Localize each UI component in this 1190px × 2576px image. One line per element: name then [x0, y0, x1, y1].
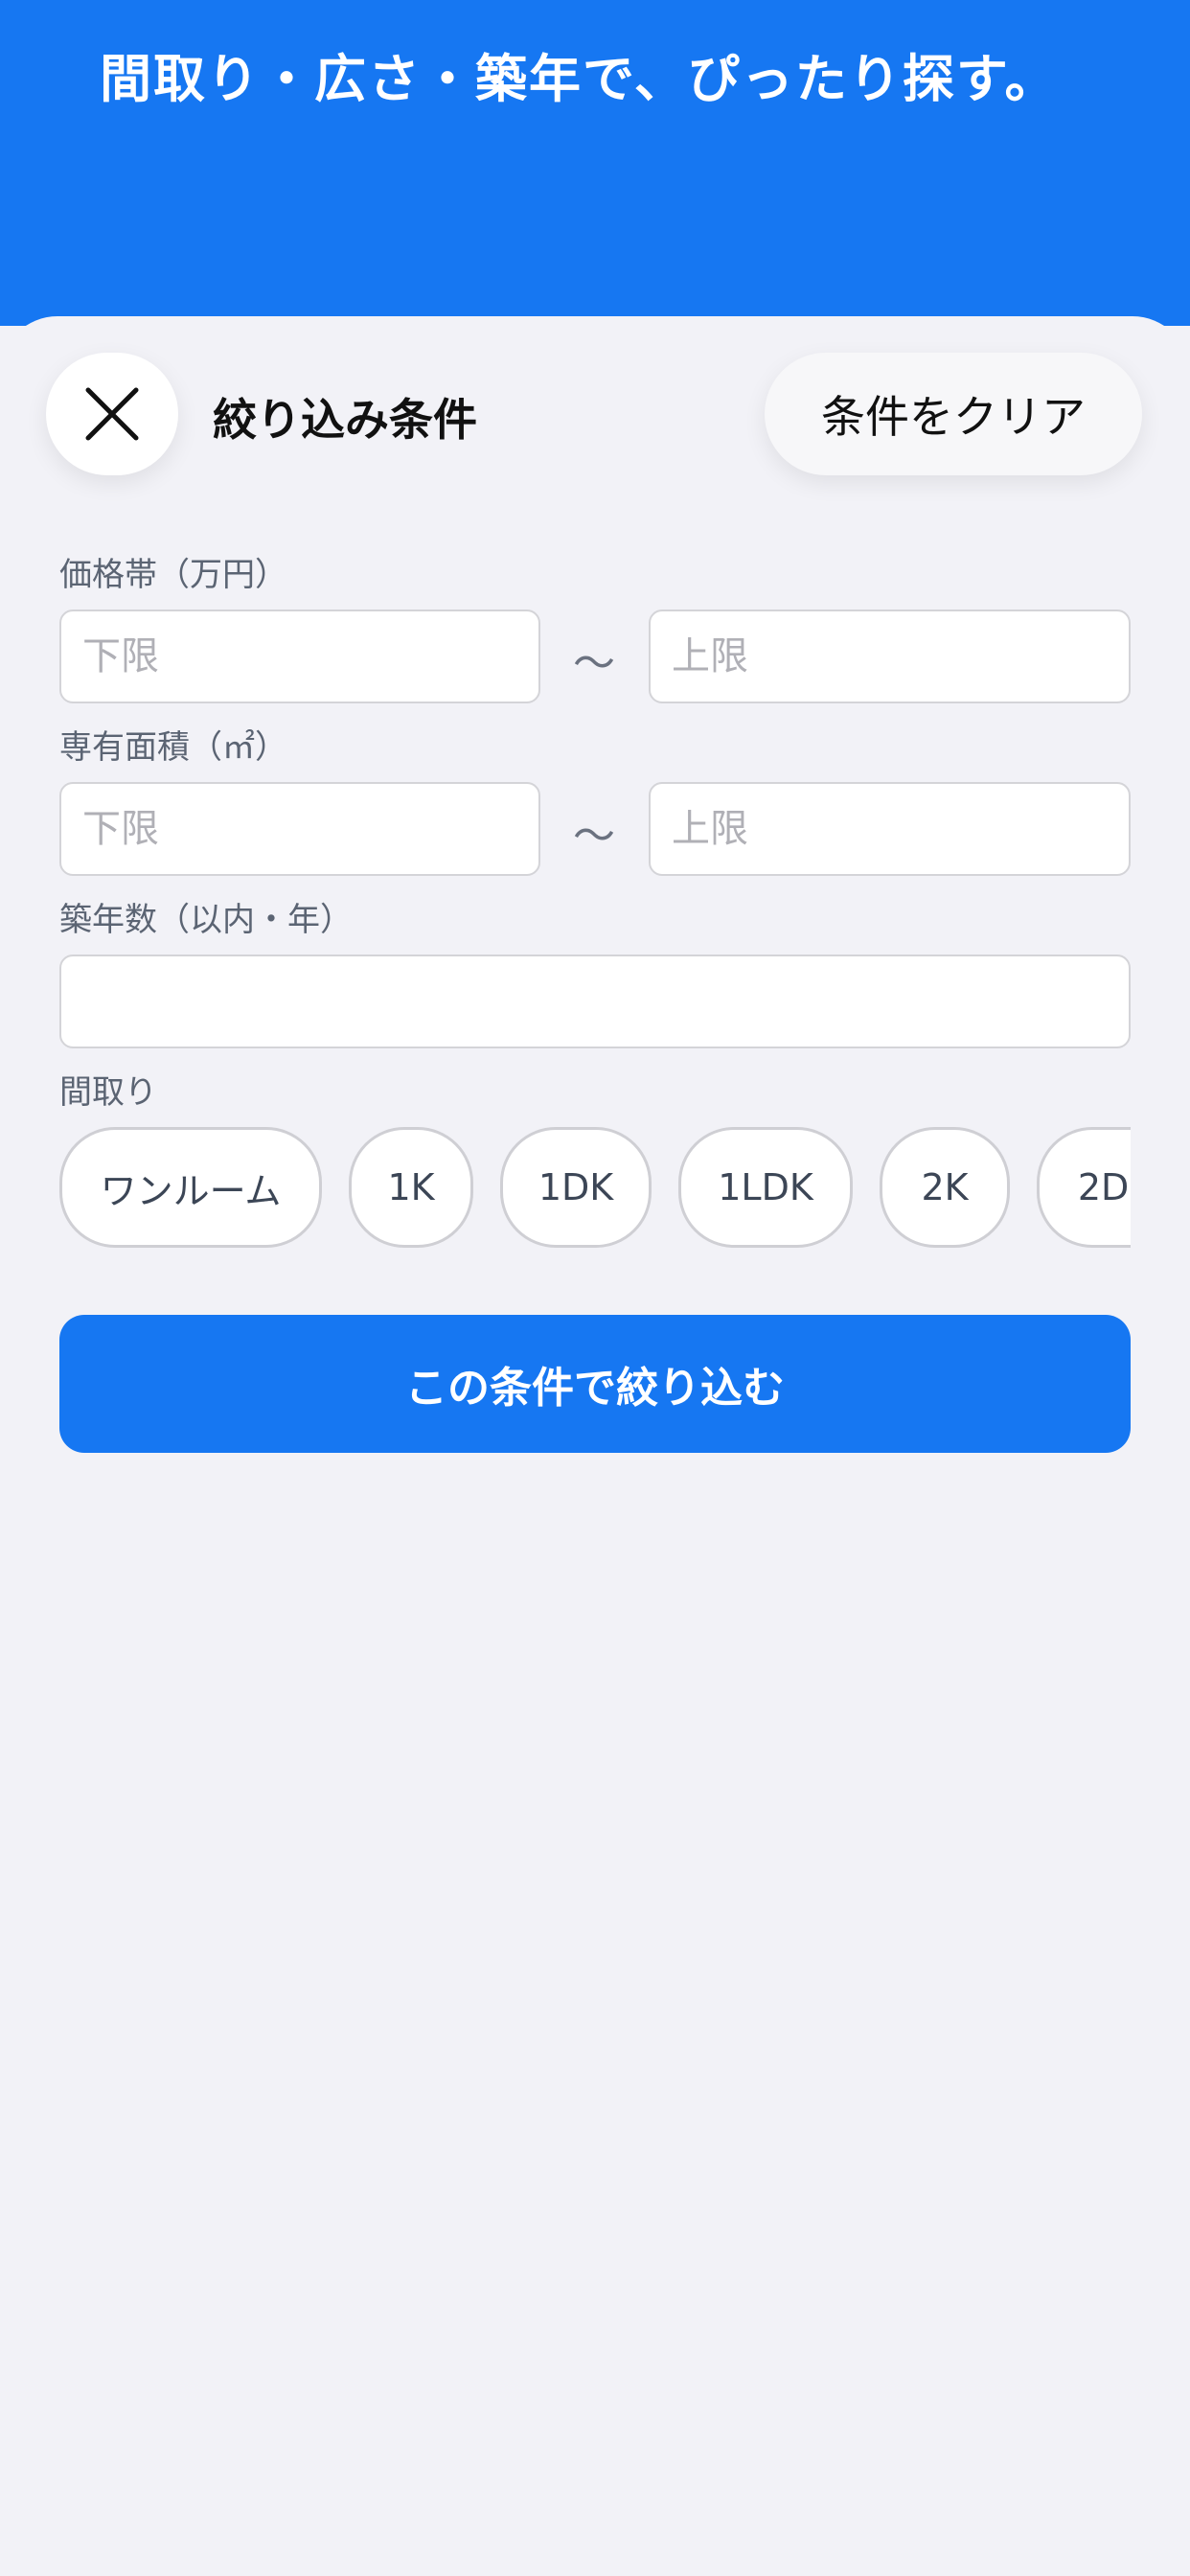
layout-label: 間取り — [59, 1073, 157, 1112]
layout-chip-1ldk[interactable]: 1LDK — [678, 1127, 853, 1248]
close-icon — [85, 387, 139, 441]
price-min-input[interactable] — [59, 610, 540, 703]
apply-filter-button[interactable]: この条件で絞り込む — [59, 1315, 1131, 1453]
layout-chip-2dk[interactable]: 2DK — [1037, 1127, 1131, 1248]
hero-banner: 間取り・広さ・築年で、ぴったり探す。 — [0, 0, 1190, 326]
price-label: 価格帯（万円） — [59, 556, 287, 594]
layout-chip-list[interactable]: ワンルーム1K1DK1LDK2K 2DK — [59, 1127, 1131, 1252]
area-max-input[interactable] — [649, 782, 1131, 876]
filter-sheet: 絞り込み条件 条件をクリア 価格帯（万円） 〜 専有面積（㎡） 〜 築年数（以内… — [0, 316, 1190, 2576]
close-button[interactable] — [46, 353, 178, 475]
price-max-input[interactable] — [649, 610, 1131, 703]
price-range-separator: 〜 — [573, 639, 615, 688]
sheet-title: 絞り込み条件 — [213, 394, 477, 446]
area-range-separator: 〜 — [573, 812, 615, 861]
clear-conditions-button[interactable]: 条件をクリア — [765, 353, 1142, 475]
area-label: 専有面積（㎡） — [59, 728, 287, 767]
layout-chip-2k[interactable]: 2K — [880, 1127, 1010, 1248]
layout-chip-1dk[interactable]: 1DK — [500, 1127, 652, 1248]
building-age-input[interactable] — [59, 954, 1131, 1048]
hero-title: 間取り・広さ・築年で、ぴったり探す。 — [100, 49, 1059, 109]
layout-chip-1k[interactable]: 1K — [349, 1127, 473, 1248]
layout-chip-one-room[interactable]: ワンルーム — [59, 1127, 322, 1248]
building-age-label: 築年数（以内・年） — [59, 901, 353, 939]
area-min-input[interactable] — [59, 782, 540, 876]
